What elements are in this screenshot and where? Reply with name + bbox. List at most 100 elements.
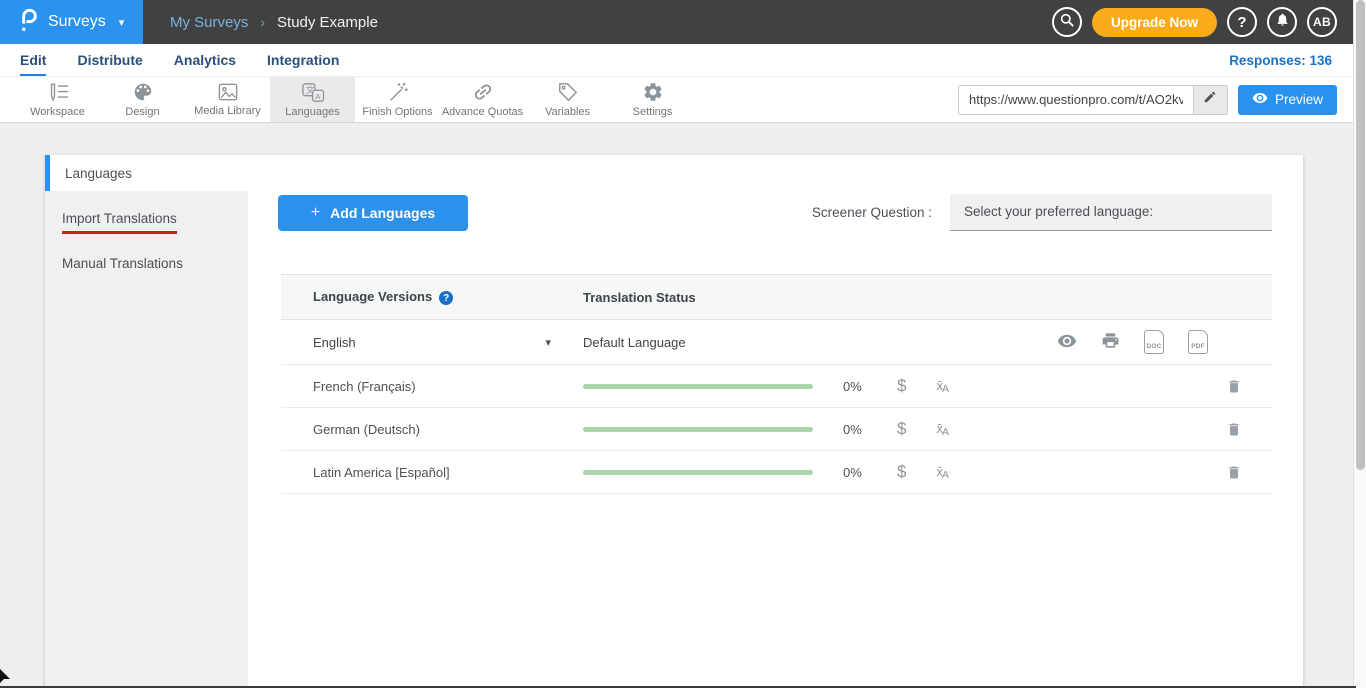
default-language-actions: DOC PDF: [1057, 330, 1208, 354]
toolbar-item-languages[interactable]: 文 A Languages: [270, 77, 355, 122]
translation-percent: 0%: [843, 422, 869, 437]
table-row-language: French (Français) 0% $ x̄A: [281, 365, 1272, 408]
nav-tab-edit[interactable]: Edit: [20, 44, 46, 76]
column-label: Translation Status: [583, 290, 696, 305]
language-status: 0% $ x̄A: [583, 376, 1272, 396]
print-icon[interactable]: [1101, 331, 1120, 353]
paid-translation-icon[interactable]: $: [897, 419, 906, 439]
nav-tab-integration[interactable]: Integration: [267, 44, 339, 76]
app-viewport: Surveys ▾ My Surveys › Study Example Upg…: [0, 0, 1366, 688]
search-button[interactable]: [1052, 7, 1082, 37]
side-item-manual-translations[interactable]: Manual Translations: [45, 245, 248, 282]
language-label: French (Français): [313, 379, 416, 394]
plus-icon: +: [311, 204, 320, 222]
translate-icon[interactable]: x̄A: [936, 464, 949, 481]
upgrade-now-button[interactable]: Upgrade Now: [1092, 8, 1217, 37]
breadcrumb-my-surveys-link[interactable]: My Surveys: [170, 14, 248, 31]
export-doc-icon[interactable]: DOC: [1144, 330, 1164, 354]
topbar-actions: Upgrade Now ? AB: [1052, 7, 1353, 37]
toolbar-item-settings[interactable]: Settings: [610, 77, 695, 122]
side-item-label: Manual Translations: [62, 256, 183, 271]
finish-options-icon: [387, 81, 409, 103]
edit-url-button[interactable]: [1193, 86, 1227, 114]
table-row-default-language: English ▾ Default Language: [281, 320, 1272, 365]
translate-a-glyph: A: [942, 426, 949, 438]
translate-a-glyph: A: [942, 469, 949, 481]
avatar-initials: AB: [1313, 15, 1331, 29]
language-versions-table: Language Versions? Translation Status: [281, 274, 1272, 494]
default-language-dropdown[interactable]: English ▾: [281, 335, 583, 350]
language-status: 0% $ x̄A: [583, 419, 1272, 439]
screener-question-label: Screener Question :: [812, 205, 932, 220]
help-icon[interactable]: ?: [439, 291, 453, 305]
table-header-row: Language Versions? Translation Status: [281, 274, 1272, 320]
card-header: Languages: [45, 155, 1303, 191]
export-pdf-icon[interactable]: PDF: [1188, 330, 1208, 354]
delete-language-button[interactable]: [1226, 464, 1242, 481]
nav-tab-analytics[interactable]: Analytics: [174, 44, 236, 76]
paid-translation-icon[interactable]: $: [897, 462, 906, 482]
delete-language-button[interactable]: [1226, 378, 1242, 395]
card-title: Languages: [65, 166, 132, 181]
surveys-menu-button[interactable]: Surveys ▾: [0, 0, 143, 44]
language-name: Latin America [Español]: [281, 465, 583, 480]
paid-translation-icon[interactable]: $: [897, 376, 906, 396]
question-mark-icon: ?: [1237, 14, 1246, 31]
nav-tab-distribute[interactable]: Distribute: [77, 44, 142, 76]
toolbar-item-variables[interactable]: Variables: [525, 77, 610, 122]
latin-glyph: A: [315, 91, 321, 100]
language-name: German (Deutsch): [281, 422, 583, 437]
screener-question-select[interactable]: Select your preferred language:: [950, 194, 1272, 231]
translate-icon[interactable]: x̄A: [936, 378, 949, 395]
toolbar-item-advance-quotas[interactable]: Advance Quotas: [440, 77, 525, 122]
toolbar-item-media-library[interactable]: Media Library: [185, 77, 270, 122]
caret-down-icon: ▾: [119, 16, 125, 29]
nav-links: Edit Distribute Analytics Integration: [20, 44, 339, 76]
scrollbar-thumb[interactable]: [1356, 0, 1365, 470]
advance-quotas-icon: [472, 81, 494, 103]
edit-toolbar: Workspace Design Media Library: [0, 77, 1353, 123]
language-name: French (Français): [281, 379, 583, 394]
media-library-icon: [217, 82, 239, 102]
main-top-row: + Add Languages Screener Question : Sele…: [281, 194, 1272, 231]
toolbar-item-workspace[interactable]: Workspace: [15, 77, 100, 122]
toolbar-item-finish-options[interactable]: Finish Options: [355, 77, 440, 122]
trash-icon: [1226, 421, 1242, 438]
view-survey-eye-icon[interactable]: [1057, 331, 1077, 354]
side-item-import-translations[interactable]: Import Translations: [45, 200, 248, 245]
survey-nav: Edit Distribute Analytics Integration Re…: [0, 44, 1353, 77]
design-icon: [132, 81, 154, 103]
page-scrollbar: [1353, 0, 1366, 688]
user-avatar[interactable]: AB: [1307, 7, 1337, 37]
language-label: German (Deutsch): [313, 422, 420, 437]
help-button[interactable]: ?: [1227, 7, 1257, 37]
page-background: Languages Import Translations Manual Tra…: [0, 123, 1353, 688]
table-row-language: German (Deutsch) 0% $ x̄A: [281, 408, 1272, 451]
translate-icon[interactable]: x̄A: [936, 421, 949, 438]
default-language-status: Default Language DOC: [583, 330, 1272, 354]
language-status: 0% $ x̄A: [583, 462, 1272, 482]
notifications-button[interactable]: [1267, 7, 1297, 37]
column-label: Language Versions: [313, 289, 432, 304]
card-body: Import Translations Manual Translations …: [45, 191, 1303, 688]
translation-progress-bar: [583, 427, 813, 432]
language-label: Latin America [Español]: [313, 465, 450, 480]
translation-progress-bar: [583, 470, 813, 475]
breadcrumb-current-survey: Study Example: [277, 14, 378, 31]
delete-language-button[interactable]: [1226, 421, 1242, 438]
preview-button[interactable]: Preview: [1238, 85, 1337, 115]
responses-count-link[interactable]: Responses: 136: [1229, 53, 1332, 68]
survey-url-group: [958, 85, 1228, 115]
translation-percent: 0%: [843, 465, 869, 480]
add-languages-button[interactable]: + Add Languages: [278, 195, 468, 231]
mouse-cursor: [0, 667, 12, 688]
workspace-icon: [46, 82, 70, 103]
languages-card: Languages Import Translations Manual Tra…: [45, 155, 1303, 688]
toolbar-item-design[interactable]: Design: [100, 77, 185, 122]
languages-icon: 文 A: [301, 82, 325, 103]
survey-url-input[interactable]: [959, 86, 1193, 114]
content-wrap: Surveys ▾ My Surveys › Study Example Upg…: [0, 0, 1353, 688]
screener-question-group: Screener Question : Select your preferre…: [812, 194, 1272, 231]
trash-icon: [1226, 464, 1242, 481]
translate-a-glyph: A: [942, 383, 949, 395]
